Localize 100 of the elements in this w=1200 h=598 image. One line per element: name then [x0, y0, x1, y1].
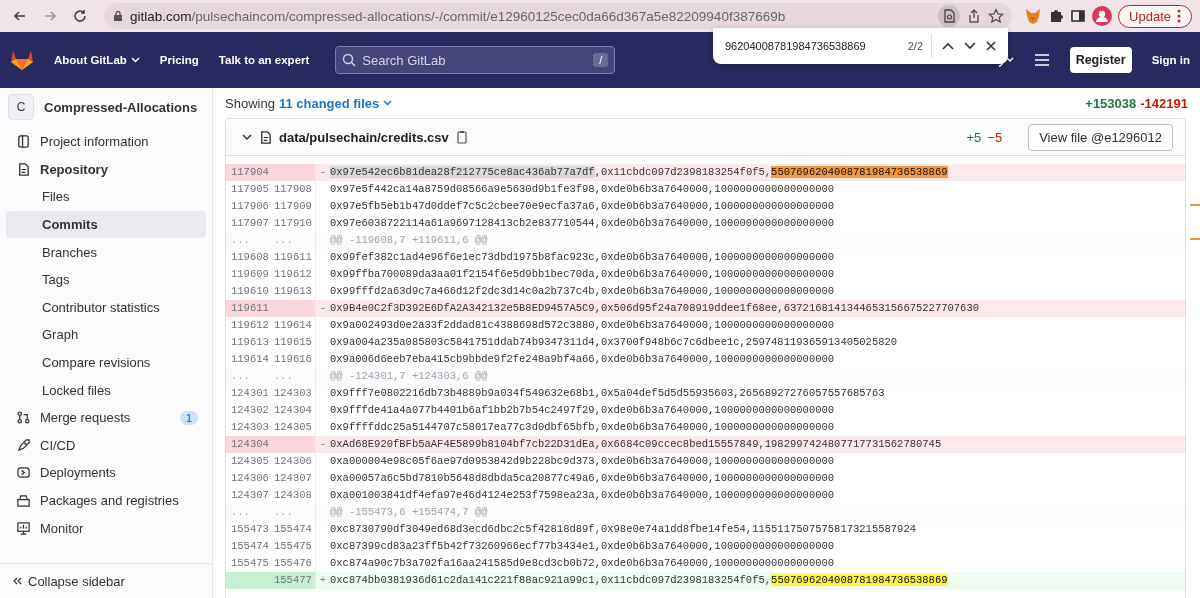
line-number: 119611: [272, 249, 316, 266]
sidebar-item[interactable]: Project information: [6, 128, 206, 156]
monitor-icon: [16, 520, 31, 536]
line-number: 119613: [230, 335, 270, 350]
fox-extension-icon[interactable]: [1024, 7, 1043, 25]
sidebar-item[interactable]: Commits: [6, 210, 206, 239]
line-number: 117909: [272, 198, 316, 215]
line-number: 124305: [230, 454, 270, 469]
address-bar[interactable]: gitlab.com/pulsechaincom/compressed-allocations/-/commit/e12960125cec0da66d367a5e82209940f387669b: [104, 3, 1013, 29]
additions-count: +153038: [1085, 95, 1137, 111]
showing-label: Showing: [225, 95, 275, 111]
file-path[interactable]: data/pulsechain/credits.csv: [279, 129, 449, 145]
sidebar-item[interactable]: Packages and registries: [6, 486, 206, 515]
code-line: 0xAd68E920fBFb5aAF4E5899b8104bf7cb22D31dEa,0x6684c09ccec8bed15557849,1982997424807717731562780745: [330, 437, 942, 452]
line-number-gutter: [226, 572, 272, 589]
line-number: 119612: [230, 318, 270, 333]
line-number: 155474: [230, 539, 270, 554]
code-line: 0xa000004e98c05f6ae97d0953842d9b228bc9d373,0xde0b6b3a7640000,1000000000000000000: [330, 454, 835, 469]
nav-link[interactable]: Talk to an expert: [218, 54, 310, 66]
find-field[interactable]: 96204008781984736538869: [725, 40, 898, 52]
code-line: 0x9a006d6eeb7eba415cb9bbde9f2fe248a9bf4a66,0xde0b6b3a7640000,1000000000000000000: [330, 352, 835, 367]
line-number: 155475: [272, 538, 316, 555]
code-line: 0x99ffba700089da3aa01f2154f6e5d9bb1bec70da,0xde0b6b3a7640000,1000000000000000000: [330, 267, 835, 282]
sidebar-item[interactable]: Monitor: [6, 514, 206, 542]
sidebar-toggle-icon[interactable]: [1070, 8, 1087, 24]
double-chevron-icon: [12, 576, 22, 586]
diff-sign: -: [318, 301, 328, 316]
code-line: 0x9B4e0C2f3D392E6DfA2A342132e5B8ED9457A5C9,0x506d95f24a708919ddee1f68ee,6372168141344653156675227707630: [330, 301, 979, 316]
line-number: 119610: [230, 284, 270, 299]
code-line: 0xa00057a6c5bd7810b5648d8dbda5ca20877c49a6,0xde0b6b3a7640000,1000000000000000000: [330, 471, 835, 486]
project-name[interactable]: Compressed-Allocations: [44, 99, 198, 115]
line-number: 119614: [230, 352, 270, 367]
chevron-icon[interactable]: [242, 133, 252, 141]
line-number: 124303: [272, 385, 316, 402]
update-button[interactable]: Update: [1118, 4, 1192, 28]
sidebar-item[interactable]: Contributor statistics: [6, 293, 206, 322]
code-line: 0x9a002493d0e2a33f2ddad81c4388698d572c3880,0xde0b6b3a7640000,1000000000000000000: [330, 318, 835, 333]
merge-request-icon: [16, 410, 31, 426]
count-badge: 1: [179, 410, 198, 425]
hunk-header: @@ -155473,6 +155474,7 @@: [330, 505, 488, 520]
line-number: 124307: [230, 488, 270, 503]
line-number: 155473: [230, 522, 270, 537]
sidebar-item[interactable]: Tags: [6, 265, 206, 294]
previous-icon[interactable]: [942, 42, 954, 50]
sidebar-item[interactable]: Branches: [6, 238, 206, 266]
sidebar-item[interactable]: Files: [6, 183, 206, 211]
line-number: 119609: [230, 267, 270, 282]
more-icon: [1177, 9, 1181, 23]
line-number: 155474: [272, 521, 316, 538]
line-number: 117907: [230, 216, 270, 231]
line-number: 124304: [272, 402, 316, 419]
line-number: ...: [230, 233, 251, 248]
sign-in-link[interactable]: Sign in: [1151, 54, 1190, 66]
line-number: 117906: [230, 199, 270, 214]
sidebar-item[interactable]: Compare revisions: [6, 348, 206, 377]
menu-icon[interactable]: [1033, 53, 1050, 67]
sidebar-item[interactable]: Merge requests 1: [6, 403, 206, 432]
deployment-icon: [16, 465, 31, 481]
sidebar-item[interactable]: Deployments: [6, 459, 206, 487]
deletions-count: -142191: [1140, 95, 1188, 111]
file-additions: +5: [966, 129, 982, 145]
next-icon[interactable]: [964, 42, 976, 50]
collapse-sidebar-button[interactable]: Collapse sidebar: [0, 563, 212, 598]
hunk-header: @@ -119608,7 +119611,6 @@: [330, 233, 488, 248]
line-number: ...: [272, 368, 316, 385]
copy-icon[interactable]: [454, 130, 469, 144]
code-line: 0x99fef382c1ad4e96f6e1ec73dbd1975b8fac923c,0xde0b6b3a7640000,1000000000000000000: [330, 250, 835, 265]
search-field[interactable]: Search GitLab /: [335, 46, 616, 74]
diff-sign: +: [318, 573, 328, 588]
line-number: 117908: [272, 181, 316, 198]
line-number: 124304: [226, 436, 272, 453]
find-in-page-icon[interactable]: [938, 5, 961, 27]
sidebar-item[interactable]: Graph: [6, 321, 206, 349]
code-line: 0xc874a90c7b3a702fa16aa241585d9e8cd3cb0b72,0xde0b6b3a7640000,1000000000000000000: [330, 556, 835, 571]
code-line: 0x9fffde41a4a077b4401b6af1bb2b7b54c2497f29,0xde0b6b3a7640000,1000000000000000000: [330, 403, 835, 418]
code-line: 0x9a004a235a085803c5841751ddab74b9347311d4,0x3700f948b6c7c6dbee1c,259748119365913405025820: [330, 335, 898, 350]
nav-link[interactable]: Pricing: [159, 54, 199, 66]
line-number: 124306: [272, 453, 316, 470]
puzzle-icon[interactable]: [1048, 8, 1065, 24]
close-icon[interactable]: [986, 41, 996, 51]
code-line: 0x97e5f442ca14a8759d08566a9e5630d9b1fe3f98,0xde0b6b3a7640000,1000000000000000000: [330, 182, 835, 197]
lock-icon: [112, 10, 124, 22]
code-line: 0xc87399cd83a23ff5b42f73260966ecf77b3434e1,0xde0b6b3a7640000,1000000000000000000: [330, 539, 835, 554]
sidebar-item[interactable]: Locked files: [6, 376, 206, 404]
star-icon[interactable]: [988, 8, 1005, 24]
logo-icon[interactable]: [10, 49, 34, 71]
nav-link[interactable]: About GitLab: [54, 54, 140, 66]
code-line: 0x9ffffddc25a5144707c58017ea77c3d0dbf65bfb,0xde0b6b3a7640000,1000000000000000000: [330, 420, 835, 435]
avatar-icon[interactable]: [1092, 6, 1113, 26]
document-icon: [16, 161, 31, 177]
sidebar-item[interactable]: CI/CD: [6, 431, 206, 460]
line-number: ...: [230, 369, 251, 384]
code-line: 0x97e5fb5eb1b47d0ddef7c5c2cbee70e9ecfa37a6,0xde0b6b3a7640000,1000000000000000000: [330, 199, 835, 214]
register-button[interactable]: Register: [1069, 47, 1132, 73]
view-file-button[interactable]: View file @e1296012: [1028, 123, 1173, 151]
line-number-gutter: [272, 300, 316, 317]
search-icon: [342, 53, 357, 67]
line-number: ...: [230, 505, 251, 520]
sidebar-item[interactable]: Repository: [6, 155, 206, 184]
changed-files-link[interactable]: 11 changed files: [278, 95, 393, 111]
